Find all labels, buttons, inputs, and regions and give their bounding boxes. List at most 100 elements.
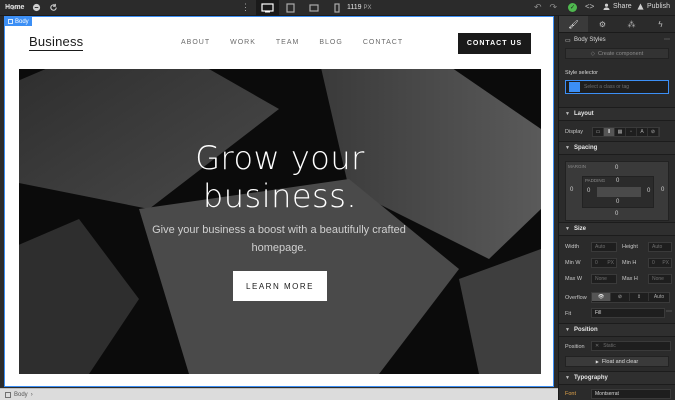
share-label: Share <box>613 3 632 10</box>
display-inline-icon[interactable]: A <box>637 128 648 136</box>
nav-link-contact[interactable]: CONTACT <box>363 39 403 46</box>
max-height-input[interactable]: None <box>648 274 672 284</box>
nav-link-team[interactable]: TEAM <box>276 39 299 46</box>
refresh-icon[interactable] <box>49 3 58 12</box>
max-width-input[interactable]: None <box>591 274 617 284</box>
webflow-designer: Page: Home ⋮ 1119 PX ↶ ↷ ✓ <> Share Publ… <box>0 0 675 400</box>
caret-right-icon: ▶ <box>595 359 599 364</box>
share-button[interactable]: Share <box>603 3 632 10</box>
desktop-breakpoint-button[interactable] <box>256 0 279 16</box>
width-input[interactable]: Auto <box>591 242 617 252</box>
padding-box[interactable]: PADDING 0 0 0 0 <box>582 176 654 208</box>
code-icon[interactable]: <> <box>585 2 594 11</box>
breadcrumb-body[interactable]: Body <box>14 392 28 398</box>
overflow-visible-icon[interactable]: 👁 <box>592 293 611 301</box>
selector-placeholder: Select a class or tag <box>584 84 630 90</box>
caret-down-icon: ▼ <box>565 226 570 232</box>
overflow-options: 👁 ⊘ ⇕ Auto <box>591 292 670 303</box>
margin-top[interactable]: 0 <box>615 165 618 171</box>
close-icon: ✕ <box>595 343 600 349</box>
redo-icon[interactable]: ↷ <box>550 2 558 13</box>
site-nav-links: ABOUT WORK TEAM BLOG CONTACT <box>181 39 403 46</box>
float-and-clear-toggle[interactable]: ▶ Float and clear <box>565 356 669 367</box>
page-selector[interactable]: Page: Home <box>0 4 24 11</box>
display-flex-icon[interactable]: ⫴ <box>604 128 615 136</box>
min-height-input[interactable]: 0 PX <box>648 258 672 268</box>
padding-left[interactable]: 0 <box>587 188 590 194</box>
comment-icon[interactable] <box>32 3 41 12</box>
spacing-section-header[interactable]: ▼ Spacing <box>559 141 675 155</box>
tab-style[interactable]: 🖌 <box>559 16 588 32</box>
publish-label: Publish <box>647 3 670 10</box>
hero-section[interactable]: Grow your business. Give your business a… <box>19 69 541 374</box>
display-options: ▭ ⫴ ▦ ▫ A ⊘ <box>592 127 660 137</box>
float-and-clear-label: Float and clear <box>601 358 639 365</box>
typography-title: Typography <box>573 375 608 381</box>
panel-tabs: 🖌 ⚙ ⁂ ϟ <box>559 16 675 33</box>
object-fit-select[interactable]: Fill <box>591 308 665 318</box>
content-box <box>597 187 641 197</box>
margin-box[interactable]: MARGIN 0 0 0 0 PADDING 0 0 0 0 <box>565 161 669 221</box>
margin-label: MARGIN <box>568 164 586 169</box>
margin-right[interactable]: 0 <box>661 187 664 193</box>
padding-top[interactable]: 0 <box>616 178 619 184</box>
display-none-icon[interactable]: ⊘ <box>648 128 659 136</box>
display-grid-icon[interactable]: ▦ <box>615 128 626 136</box>
max-width-label: Max W <box>565 276 583 282</box>
position-select[interactable]: ✕ Static <box>591 341 671 351</box>
nav-link-work[interactable]: WORK <box>230 39 256 46</box>
overflow-scroll-icon[interactable]: ⇕ <box>630 293 649 301</box>
tab-interactions[interactable]: ϟ <box>646 16 675 32</box>
tab-style-manager[interactable]: ⁂ <box>617 16 646 32</box>
undo-icon[interactable]: ↶ <box>534 2 542 13</box>
nav-link-about[interactable]: ABOUT <box>181 39 210 46</box>
brush-icon: 🖌 <box>568 19 579 29</box>
padding-right[interactable]: 0 <box>647 188 650 194</box>
style-selector-input[interactable]: Select a class or tag <box>565 80 669 94</box>
publish-button[interactable]: Publish <box>637 3 670 10</box>
min-width-input[interactable]: 0 PX <box>591 258 617 268</box>
position-section-header[interactable]: ▼ Position <box>559 323 675 337</box>
tab-settings[interactable]: ⚙ <box>588 16 617 32</box>
overflow-hidden-icon[interactable]: ⊘ <box>611 293 630 301</box>
landscape-breakpoint-button[interactable] <box>302 0 325 16</box>
canvas-frame[interactable]: Business ABOUT WORK TEAM BLOG CONTACT CO… <box>4 16 554 387</box>
display-block-icon[interactable]: ▭ <box>593 128 604 136</box>
height-input[interactable]: Auto <box>648 242 672 252</box>
margin-bottom[interactable]: 0 <box>615 211 618 217</box>
min-width-unit: PX <box>607 260 614 266</box>
size-section-header[interactable]: ▼ Size <box>559 222 675 236</box>
position-title: Position <box>573 327 598 333</box>
canvas-width-unit: PX <box>363 5 372 11</box>
padding-bottom[interactable]: 0 <box>616 199 619 205</box>
user-icon <box>603 3 610 10</box>
font-select[interactable]: Montserrat <box>591 389 671 399</box>
canvas-width-readout: 1119 PX <box>347 4 372 11</box>
position-label: Position <box>565 344 585 350</box>
more-horizontal-icon[interactable]: ⋯ <box>666 308 672 315</box>
contact-us-button[interactable]: CONTACT US <box>458 33 531 54</box>
hero-title-line-1: Grow your <box>195 139 365 177</box>
more-options-icon[interactable]: ⋮ <box>241 2 250 13</box>
learn-more-button[interactable]: LEARN MORE <box>233 271 327 301</box>
component-icon: ◇ <box>590 50 595 57</box>
layout-section-header[interactable]: ▼ Layout <box>559 107 675 121</box>
site-navbar[interactable]: Business ABOUT WORK TEAM BLOG CONTACT CO… <box>5 17 553 69</box>
overflow-auto-option[interactable]: Auto <box>649 293 669 301</box>
site-brand[interactable]: Business <box>29 34 84 51</box>
font-label: Font <box>565 391 577 397</box>
more-horizontal-icon[interactable]: ⋯ <box>664 36 670 43</box>
position-value: Static <box>603 343 616 349</box>
phone-portrait-icon <box>333 3 340 13</box>
display-inline-block-icon[interactable]: ▫ <box>626 128 637 136</box>
body-element-icon <box>8 19 13 24</box>
create-component-button[interactable]: ◇ Create component <box>565 48 669 59</box>
nav-link-blog[interactable]: BLOG <box>319 39 342 46</box>
margin-left[interactable]: 0 <box>570 187 573 193</box>
typography-section-header[interactable]: ▼ Typography <box>559 371 675 385</box>
min-height-value: 0 <box>652 260 655 266</box>
hero-title-line-2: business. <box>202 177 358 215</box>
portrait-breakpoint-button[interactable] <box>325 0 348 16</box>
tablet-breakpoint-button[interactable] <box>279 0 302 16</box>
lightning-icon: ϟ <box>658 19 663 29</box>
